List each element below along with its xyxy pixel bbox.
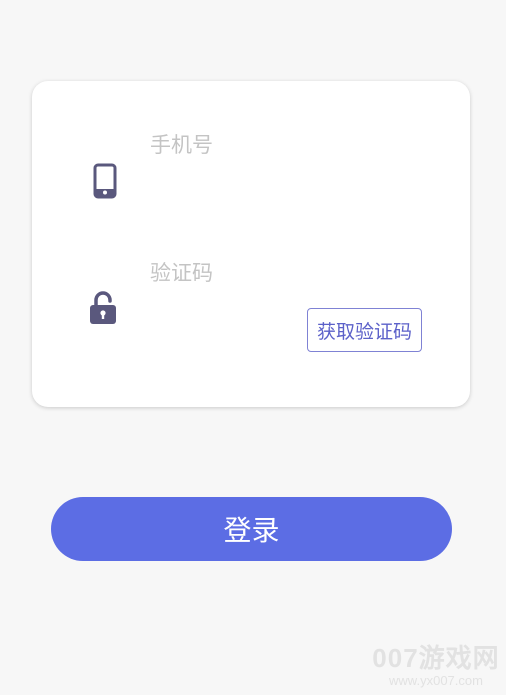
unlock-icon — [88, 288, 118, 328]
login-card: 获取验证码 — [32, 81, 470, 407]
watermark-url: www.yx007.com — [389, 673, 483, 688]
watermark-text: 007游戏网 — [372, 643, 500, 673]
get-verification-code-button[interactable]: 获取验证码 — [307, 308, 422, 352]
mobile-phone-icon — [90, 161, 120, 201]
site-watermark: 007游戏网 www.yx007.com — [372, 643, 500, 689]
verification-code-input[interactable] — [150, 253, 440, 293]
login-button[interactable]: 登录 — [51, 497, 452, 561]
phone-number-input[interactable] — [150, 125, 440, 165]
